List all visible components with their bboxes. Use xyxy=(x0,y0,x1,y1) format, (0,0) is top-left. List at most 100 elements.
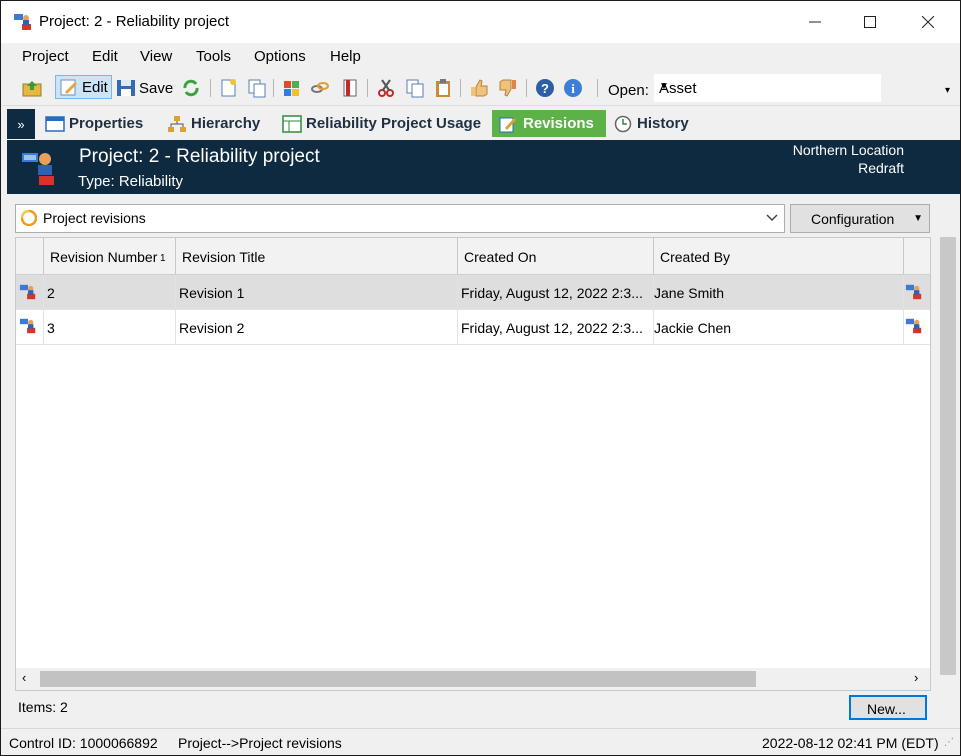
record-location: Northern Location xyxy=(792,142,904,158)
cell-text: 2 xyxy=(47,285,55,301)
thumbs-up-icon xyxy=(471,79,488,97)
save-icon xyxy=(117,80,135,96)
tab-properties[interactable]: Properties xyxy=(41,110,147,137)
record-header: Project: 2 - Reliability project Type: R… xyxy=(7,140,960,194)
query-icon xyxy=(21,210,37,226)
open-revision-icon[interactable] xyxy=(905,317,923,335)
minimize-button[interactable] xyxy=(786,1,844,43)
hierarchy-icon xyxy=(168,115,186,132)
minimize-icon xyxy=(809,21,821,23)
app-window: Project: 2 - Reliability project Project… xyxy=(0,0,961,756)
scroll-left-icon[interactable]: ‹ xyxy=(22,670,26,685)
cell-revision-number: 2 xyxy=(44,275,176,309)
table-row[interactable]: 3 Revision 2 Friday, August 12, 2022 2:3… xyxy=(16,310,930,345)
revisions-grid: Revision Number 1 Revision Title Created… xyxy=(15,237,931,691)
cell-created-by: Jackie Chen xyxy=(654,310,904,344)
column-header-revision-title[interactable]: Revision Title xyxy=(176,238,458,274)
row-indicator xyxy=(16,310,44,344)
vertical-scrollbar[interactable] xyxy=(939,237,957,689)
cell-text: 3 xyxy=(47,320,55,336)
info-button[interactable]: i xyxy=(563,76,583,100)
cut-button[interactable] xyxy=(376,76,396,100)
status-bar: Control ID: 1000066892 Project-->Project… xyxy=(1,728,960,755)
chevron-down-icon xyxy=(766,214,778,222)
resize-grip-icon[interactable]: ⋰ xyxy=(944,737,954,748)
properties-icon xyxy=(45,115,65,132)
paste-button[interactable] xyxy=(433,76,453,100)
tab-reliability-project-usage-label: Reliability Project Usage xyxy=(306,115,482,132)
column-header-label: Revision Title xyxy=(182,249,266,265)
folder-up-icon xyxy=(22,81,42,97)
svg-text:i: i xyxy=(571,81,575,96)
tab-revisions-label: Revisions xyxy=(523,115,594,132)
menu-bar: Project Edit View Tools Options Help xyxy=(1,43,960,71)
menu-view[interactable]: View xyxy=(140,48,172,65)
save-label: Save xyxy=(139,79,174,97)
revision-icon xyxy=(19,284,36,300)
cell-text: Jackie Chen xyxy=(654,320,732,336)
new-button-label: New... xyxy=(867,701,906,717)
tab-history-label: History xyxy=(637,115,689,132)
revisions-icon xyxy=(499,117,516,132)
new-button[interactable]: New... xyxy=(849,695,927,720)
tab-hierarchy[interactable]: Hierarchy xyxy=(163,110,264,137)
row-indicator xyxy=(16,275,44,309)
copy-document-button[interactable] xyxy=(247,76,267,100)
items-count: Items: 2 xyxy=(18,699,68,715)
configuration-label: Configuration xyxy=(811,211,895,227)
cell-text: Friday, August 12, 2022 2:3... xyxy=(461,285,643,301)
column-header-revision-number[interactable]: Revision Number 1 xyxy=(44,238,176,274)
history-icon xyxy=(614,115,632,132)
tab-reliability-project-usage[interactable]: Reliability Project Usage xyxy=(278,110,485,137)
vertical-scroll-thumb[interactable] xyxy=(940,237,956,675)
horizontal-scrollbar[interactable]: ‹ › xyxy=(16,668,930,690)
thumbs-up-button[interactable] xyxy=(469,76,489,100)
copy-button[interactable] xyxy=(405,76,425,100)
status-path: Project-->Project revisions xyxy=(178,735,342,751)
copy-icon xyxy=(406,79,424,98)
report-button[interactable] xyxy=(340,76,360,100)
windows-button[interactable] xyxy=(282,76,302,100)
edit-label: Edit xyxy=(82,78,108,96)
menu-options[interactable]: Options xyxy=(254,48,306,65)
edit-button[interactable]: Edit xyxy=(55,75,112,99)
tab-revisions[interactable]: Revisions xyxy=(492,110,606,137)
save-button[interactable]: Save xyxy=(116,76,173,100)
menu-edit[interactable]: Edit xyxy=(92,48,118,65)
menu-tools[interactable]: Tools xyxy=(196,48,231,65)
record-title: Project: 2 - Reliability project xyxy=(79,146,320,167)
record-type: Type: Reliability xyxy=(78,173,184,190)
horizontal-scroll-thumb[interactable] xyxy=(40,671,756,687)
up-folder-button[interactable] xyxy=(22,76,42,100)
collapse-button[interactable]: » xyxy=(7,109,35,139)
link-button[interactable] xyxy=(310,76,330,100)
help-button[interactable]: ? xyxy=(535,76,555,100)
refresh-button[interactable] xyxy=(181,76,201,100)
close-button[interactable] xyxy=(899,1,957,43)
control-id: Control ID: 1000066892 xyxy=(9,735,158,751)
cell-revision-title: Revision 1 xyxy=(176,275,458,309)
query-select[interactable]: Project revisions xyxy=(15,204,785,233)
thumbs-down-button[interactable] xyxy=(498,76,518,100)
project-icon xyxy=(14,14,31,30)
open-label: Open: xyxy=(608,81,649,99)
close-icon xyxy=(922,16,934,28)
configuration-button[interactable]: Configuration ▼ xyxy=(790,204,930,233)
maximize-button[interactable] xyxy=(841,1,899,43)
cell-text: Friday, August 12, 2022 2:3... xyxy=(461,320,643,336)
open-select[interactable]: Asset ▼ xyxy=(654,74,881,102)
tab-bar: » Properties Hierarchy Reliability Proje… xyxy=(7,109,960,139)
cell-text: Jane Smith xyxy=(654,285,725,301)
open-revision-icon[interactable] xyxy=(905,283,923,301)
column-header-created-by[interactable]: Created By xyxy=(654,238,904,274)
toolbar-overflow-icon[interactable]: ▾ xyxy=(945,85,950,96)
table-row[interactable]: 2 Revision 1 Friday, August 12, 2022 2:3… xyxy=(16,275,930,310)
scroll-right-icon[interactable]: › xyxy=(914,670,918,685)
cell-revision-number: 3 xyxy=(44,310,176,344)
menu-help[interactable]: Help xyxy=(330,48,361,65)
new-document-button[interactable] xyxy=(219,76,239,100)
menu-project[interactable]: Project xyxy=(22,48,69,65)
tab-history[interactable]: History xyxy=(609,110,693,137)
info-icon: i xyxy=(564,79,582,97)
column-header-created-on[interactable]: Created On xyxy=(458,238,654,274)
